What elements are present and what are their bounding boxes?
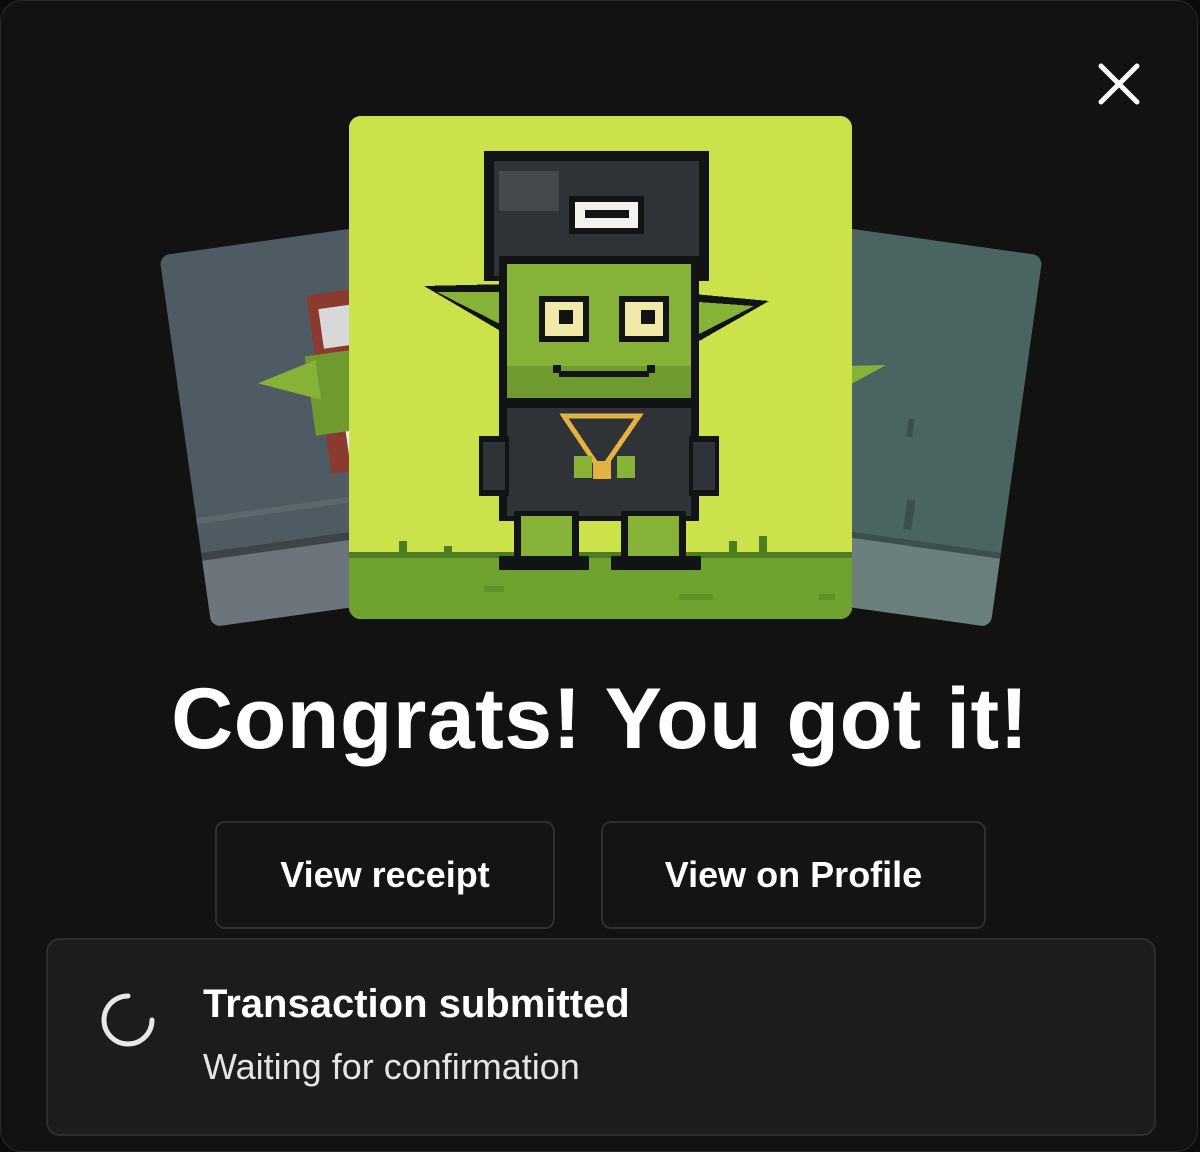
view-receipt-button[interactable]: View receipt: [215, 821, 555, 929]
goblin-nft-image: [349, 116, 852, 619]
transaction-status-toast: Transaction submitted Waiting for confir…: [46, 938, 1156, 1136]
nft-card-featured: [349, 116, 852, 619]
success-modal: Congrats! You got it! View receipt View …: [0, 0, 1198, 1152]
loading-spinner-icon: [101, 993, 155, 1047]
toast-title: Transaction submitted: [203, 982, 630, 1026]
toast-subtitle: Waiting for confirmation: [203, 1046, 580, 1087]
close-button[interactable]: [1091, 56, 1147, 112]
view-on-profile-button[interactable]: View on Profile: [601, 821, 986, 929]
close-icon: [1098, 63, 1140, 105]
congrats-heading: Congrats! You got it!: [171, 671, 1029, 767]
